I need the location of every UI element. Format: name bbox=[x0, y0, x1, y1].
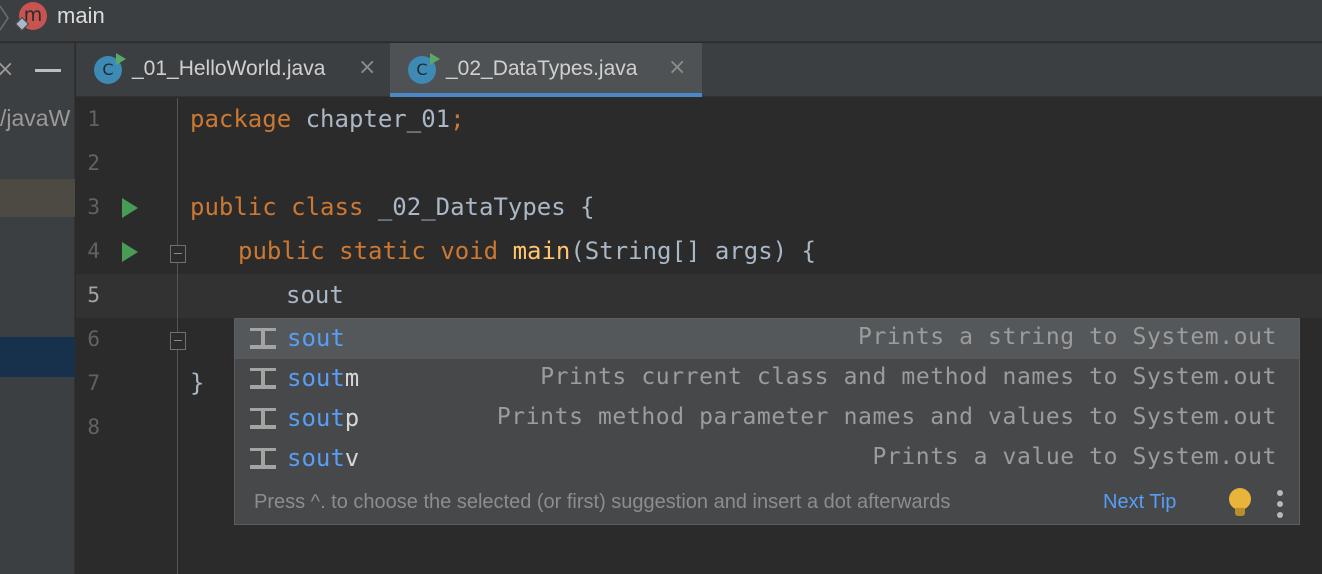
completion-popup: sout Prints a string to System.out soutm… bbox=[234, 318, 1300, 525]
live-template-icon bbox=[250, 368, 276, 390]
completion-item-description: Prints method parameter names and values… bbox=[496, 404, 1277, 430]
line-number: 3 bbox=[87, 195, 100, 219]
runnable-badge-icon bbox=[116, 53, 126, 65]
keyword: public bbox=[238, 237, 325, 265]
keyword: void bbox=[440, 237, 499, 265]
completion-footer: Press ^. to choose the selected (or firs… bbox=[235, 482, 1299, 524]
run-main-icon[interactable] bbox=[122, 242, 138, 262]
keyword: package bbox=[190, 105, 292, 133]
live-template-icon bbox=[250, 448, 276, 470]
project-tree-highlight-row[interactable] bbox=[0, 179, 75, 217]
completion-suffix: m bbox=[344, 364, 360, 392]
code-line-4: public static void main(String[] args) { bbox=[238, 237, 816, 265]
semicolon: ; bbox=[450, 105, 465, 133]
completion-suffix: p bbox=[344, 404, 360, 432]
line-number: 8 bbox=[87, 415, 100, 439]
package-name: chapter_01 bbox=[291, 105, 451, 133]
active-tab-indicator bbox=[390, 93, 702, 97]
minimize-icon[interactable] bbox=[35, 69, 61, 72]
completion-item-sout[interactable]: sout Prints a string to System.out bbox=[235, 319, 1299, 359]
java-class-icon: C bbox=[94, 53, 126, 84]
code-line-5: sout bbox=[286, 281, 344, 309]
completion-item-name: sout bbox=[287, 324, 345, 352]
match-highlight: sout bbox=[287, 324, 345, 352]
completion-item-description: Prints current class and method names to… bbox=[540, 364, 1277, 390]
live-template-icon bbox=[250, 328, 276, 350]
run-class-icon[interactable] bbox=[122, 198, 138, 218]
java-class-icon: C bbox=[408, 53, 440, 84]
caret-row-highlight bbox=[76, 274, 1322, 318]
code-line-1: package chapter_01; bbox=[190, 105, 465, 133]
java-class-icon-letter: C bbox=[416, 60, 428, 79]
match-highlight: sout bbox=[287, 444, 345, 472]
navigation-bar: m main bbox=[0, 0, 1322, 42]
completion-item-description: Prints a value to System.out bbox=[872, 444, 1277, 470]
method-name: main bbox=[512, 237, 571, 265]
line-number: 6 bbox=[87, 327, 100, 351]
line-number: 5 bbox=[87, 283, 100, 307]
completion-item-soutv[interactable]: soutv Prints a value to System.out bbox=[235, 439, 1299, 479]
code-line-3: public class _02_DataTypes { bbox=[190, 193, 595, 221]
java-class-icon-letter: C bbox=[102, 60, 114, 79]
project-tool-window: × /javaW bbox=[0, 43, 75, 574]
keyword: static bbox=[339, 237, 426, 265]
project-tree-selected-row[interactable] bbox=[0, 337, 75, 377]
tab-label: _01_HelloWorld.java bbox=[132, 57, 326, 80]
match-highlight: sout bbox=[287, 404, 345, 432]
completion-hint: Press ^. to choose the selected (or firs… bbox=[254, 491, 951, 513]
line-number: 2 bbox=[87, 151, 100, 175]
breadcrumb-chevron-icon bbox=[0, 5, 9, 31]
keyword: public bbox=[190, 193, 277, 221]
close-icon[interactable]: × bbox=[0, 57, 14, 82]
keyword: class bbox=[291, 193, 364, 221]
match-highlight: sout bbox=[287, 364, 345, 392]
completion-item-name: soutm bbox=[287, 364, 359, 392]
completion-item-description: Prints a string to System.out bbox=[858, 324, 1277, 350]
line-number: 1 bbox=[87, 107, 100, 131]
lightbulb-icon[interactable] bbox=[1229, 488, 1251, 518]
tab-close-icon[interactable]: × bbox=[358, 55, 376, 80]
project-path: /javaW bbox=[0, 105, 71, 131]
code-line-7: } bbox=[190, 369, 205, 397]
completion-item-name: soutp bbox=[287, 404, 359, 432]
completion-item-name: soutv bbox=[287, 444, 359, 472]
tab-02-datatypes[interactable]: C _02_DataTypes.java × bbox=[390, 43, 702, 97]
method-signature: (String[] args) { bbox=[570, 237, 816, 265]
editor-tab-bar: C _01_HelloWorld.java × C _02_DataTypes.… bbox=[76, 43, 1322, 97]
line-number: 4 bbox=[87, 239, 100, 263]
completion-item-soutm[interactable]: soutm Prints current class and method na… bbox=[235, 359, 1299, 399]
fold-end-icon[interactable] bbox=[170, 332, 186, 350]
tab-label: _02_DataTypes.java bbox=[446, 57, 638, 80]
tab-close-icon[interactable]: × bbox=[668, 55, 686, 80]
more-options-icon[interactable] bbox=[1277, 490, 1283, 518]
completion-suffix: v bbox=[344, 444, 360, 472]
line-number: 7 bbox=[87, 371, 100, 395]
fold-start-icon[interactable] bbox=[170, 245, 186, 263]
completion-item-soutp[interactable]: soutp Prints method parameter names and … bbox=[235, 399, 1299, 439]
runnable-badge-icon bbox=[430, 53, 440, 65]
next-tip-link[interactable]: Next Tip bbox=[1103, 491, 1176, 514]
module-icon[interactable]: m bbox=[14, 2, 47, 32]
live-template-icon bbox=[250, 408, 276, 430]
tab-01-helloworld[interactable]: C _01_HelloWorld.java × bbox=[76, 43, 390, 97]
branch-label[interactable]: main bbox=[57, 3, 105, 29]
class-declaration: _02_DataTypes { bbox=[363, 193, 595, 221]
